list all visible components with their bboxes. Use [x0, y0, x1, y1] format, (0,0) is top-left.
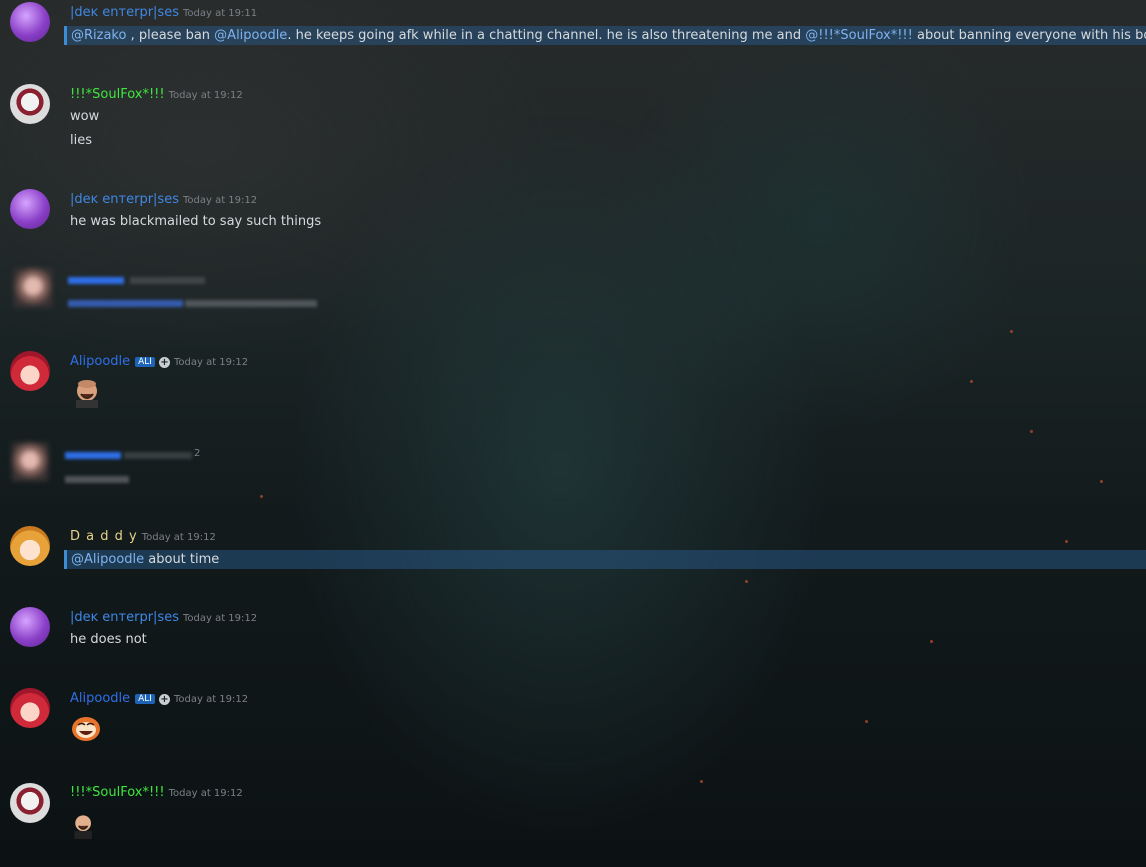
avatar[interactable] [10, 783, 50, 823]
ember-spark [1030, 430, 1033, 433]
message-text: wow [70, 109, 100, 124]
ember-spark [865, 720, 868, 723]
timestamp: Today at 19:12 [173, 694, 249, 705]
message-header: |deĸ enтerpr|ses Today at 19:12 [70, 610, 257, 625]
ember-spark [1065, 540, 1068, 543]
user-mention[interactable]: @Rizako [71, 28, 126, 43]
ember-spark [930, 640, 933, 643]
plus-icon: + [158, 357, 170, 368]
laughing-man-emoji[interactable] [70, 376, 102, 408]
user-mention[interactable]: @Alipoodle [214, 28, 287, 43]
fire-face-emoji[interactable] [70, 713, 102, 745]
timestamp: Today at 19:11 [182, 8, 258, 19]
message-header: D a d d y Today at 19:12 [70, 529, 216, 544]
ember-spark [1010, 330, 1013, 333]
timestamp: Today at 19:12 [173, 357, 249, 368]
ember-spark [700, 780, 703, 783]
avatar[interactable] [10, 84, 50, 124]
laughing-man-emoji[interactable] [70, 810, 98, 840]
username[interactable]: D a d d y [70, 529, 138, 544]
avatar[interactable] [10, 688, 50, 728]
message-header: Alipoodle ALI + Today at 19:12 [70, 354, 248, 369]
ember-spark [1100, 480, 1103, 483]
redacted-text [68, 300, 183, 307]
avatar[interactable] [10, 189, 50, 229]
message-text: @Alipoodle about time [71, 552, 219, 567]
message-header: |deĸ enтerpr|ses Today at 19:11 [70, 5, 257, 20]
user-mention[interactable]: @Alipoodle [71, 552, 144, 567]
username[interactable]: Alipoodle [70, 691, 130, 706]
redacted-username [68, 277, 124, 284]
username[interactable]: |deĸ enтerpr|ses [70, 192, 179, 207]
username[interactable]: !!!*SoulFox*!!! [70, 87, 165, 102]
avatar[interactable] [10, 351, 50, 391]
ember-spark [745, 580, 748, 583]
message-header: !!!*SoulFox*!!! Today at 19:12 [70, 785, 243, 800]
text-segment: about banning everyone with his bot. [912, 28, 1146, 43]
text-segment: , please ban [126, 28, 215, 43]
message-header: |deĸ enтerpr|ses Today at 19:12 [70, 192, 257, 207]
timestamp: Today at 19:12 [182, 613, 258, 624]
ember-spark [970, 380, 973, 383]
message-text: he does not [70, 632, 147, 647]
ember-spark [260, 495, 263, 498]
username[interactable]: Alipoodle [70, 354, 130, 369]
timestamp: Today at 19:12 [141, 532, 216, 543]
text-segment: about time [144, 552, 220, 567]
redacted-username [65, 452, 121, 459]
message-header: !!!*SoulFox*!!! Today at 19:12 [70, 87, 243, 102]
message-text: lies [70, 133, 92, 148]
avatar-blurred[interactable] [12, 443, 48, 481]
message-text: he was blackmailed to say such things [70, 214, 322, 229]
redacted-text [185, 300, 317, 307]
redacted-timestamp [124, 452, 192, 459]
role-tag: ALI [135, 357, 155, 367]
timestamp: Today at 19:12 [168, 788, 243, 799]
username[interactable]: |deĸ enтerpr|ses [70, 610, 179, 625]
timestamp: Today at 19:12 [168, 90, 243, 101]
redacted-timestamp [130, 277, 205, 284]
avatar[interactable] [10, 607, 50, 647]
avatar[interactable] [10, 2, 50, 42]
plus-icon: + [158, 694, 170, 705]
avatar[interactable] [10, 526, 50, 566]
message-header: Alipoodle ALI + Today at 19:12 [70, 691, 248, 706]
mention-highlight: @Rizako , please ban @Alipoodle. he keep… [64, 26, 1146, 45]
avatar-blurred[interactable] [14, 269, 52, 307]
mention-highlight: @Alipoodle about time [64, 550, 1146, 569]
text-segment: . he keeps going afk while in a chatting… [287, 28, 806, 43]
redacted-trailing-text: 2 [194, 448, 201, 459]
message-text: @Rizako , please ban @Alipoodle. he keep… [71, 28, 1146, 43]
user-mention[interactable]: @!!!*SoulFox*!!! [805, 28, 913, 43]
redacted-text [65, 476, 129, 483]
username[interactable]: |deĸ enтerpr|ses [70, 5, 179, 20]
role-tag: ALI [135, 694, 155, 704]
timestamp: Today at 19:12 [182, 195, 258, 206]
username[interactable]: !!!*SoulFox*!!! [70, 785, 165, 800]
